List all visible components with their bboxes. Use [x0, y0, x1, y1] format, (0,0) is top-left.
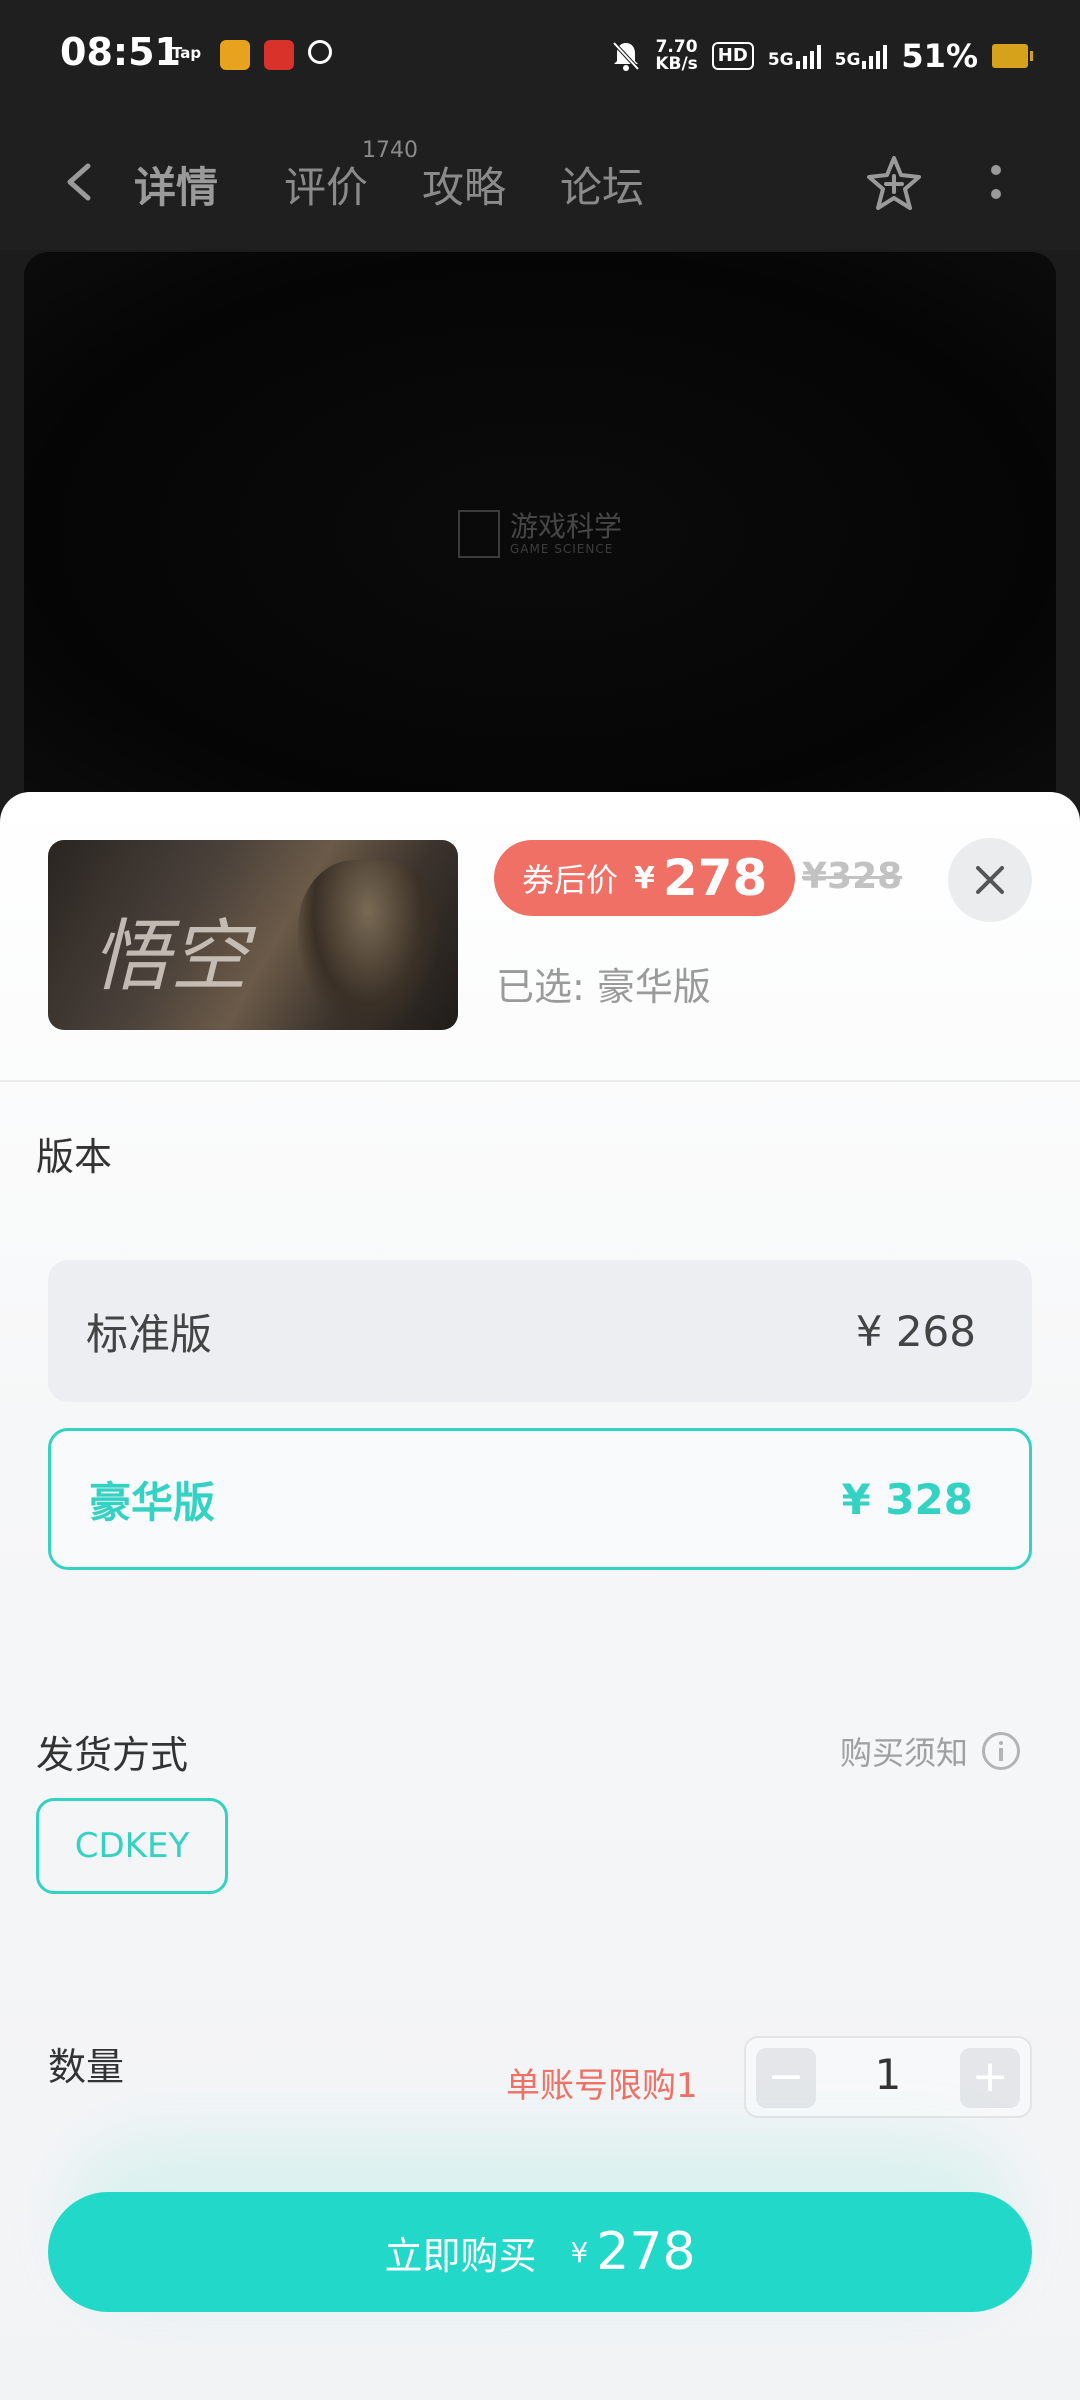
signal-label-2: 5G: [834, 50, 861, 70]
taptap-icon: Tap: [172, 44, 202, 62]
delivery-method-cdkey[interactable]: CDKEY: [36, 1798, 228, 1894]
edition-price: ¥ 268: [855, 1306, 976, 1356]
signal-icon-2: 5G: [835, 43, 888, 69]
close-button[interactable]: [948, 838, 1032, 922]
purchase-notice-label: 购买须知: [840, 1734, 969, 1772]
signal-label-1: 5G: [767, 50, 794, 70]
quantity-value[interactable]: 1: [826, 2050, 950, 2099]
quantity-section-title: 数量: [48, 2045, 125, 2089]
network-speed: 7.70 KB/s: [655, 39, 697, 73]
edition-name: 豪华版: [89, 1477, 216, 1527]
status-time: 08:51: [60, 30, 181, 74]
tab-guides[interactable]: 攻略: [422, 154, 506, 215]
battery-icon: [992, 44, 1033, 68]
product-thumbnail: 悟空: [48, 840, 458, 1030]
video-player[interactable]: 游戏科学 GAME SCIENCE: [24, 252, 1056, 812]
signal-icon-1: 5G: [768, 43, 821, 69]
orbit-icon: [308, 40, 332, 64]
purchase-limit-text: 单账号限购1: [506, 2066, 698, 2106]
app-notification-icon: [264, 40, 294, 70]
mail-icon: [220, 40, 250, 70]
status-right-cluster: 7.70 KB/s HD 5G 5G 51%: [611, 30, 1033, 82]
original-price: ¥328: [802, 856, 903, 897]
purchase-sheet: 悟空 券后价 ¥ 278 ¥328 已选: 豪华版 版本 标准版 ¥ 268 豪…: [0, 792, 1080, 2400]
top-nav: 详情 评价 1740 攻略 论坛: [0, 112, 1080, 250]
favorite-star-icon[interactable]: [862, 152, 926, 216]
coupon-label: 券后价: [522, 861, 619, 899]
buy-price: 278: [596, 2222, 696, 2282]
battery-percent: 51%: [901, 37, 978, 75]
tab-reviews[interactable]: 评价: [284, 154, 368, 215]
thumbnail-character: [298, 860, 438, 1030]
more-options-icon[interactable]: [986, 156, 1006, 212]
network-speed-unit: KB/s: [655, 54, 698, 74]
tab-details[interactable]: 详情: [129, 154, 223, 215]
hd-icon: HD: [711, 42, 754, 70]
edition-option-deluxe[interactable]: 豪华版 ¥ 328: [48, 1428, 1032, 1570]
purchase-notice-link[interactable]: 购买须知: [840, 1728, 1021, 1774]
edition-price: ¥ 328: [841, 1474, 973, 1524]
delivery-section-title: 发货方式: [36, 1733, 189, 1777]
review-count-badge: 1740: [362, 138, 418, 163]
close-icon: [976, 866, 1004, 894]
coupon-price: 278: [662, 849, 768, 907]
buy-currency: ¥: [570, 2235, 589, 2269]
logo-en-text: GAME SCIENCE: [510, 542, 614, 556]
selected-edition-text: 已选: 豪华版: [496, 965, 711, 1009]
mute-bell-icon: [612, 41, 640, 71]
coupon-currency: ¥: [634, 860, 655, 896]
decrease-quantity-button[interactable]: −: [756, 2048, 816, 2108]
edition-option-standard[interactable]: 标准版 ¥ 268: [48, 1260, 1032, 1402]
buy-now-label: 立即购买: [384, 2233, 537, 2278]
increase-quantity-button[interactable]: +: [960, 2048, 1020, 2108]
version-section-title: 版本: [36, 1135, 113, 1179]
logo-cn-text: 游戏科学: [510, 510, 623, 543]
quantity-stepper: − 1 +: [744, 2036, 1032, 2118]
divider: [0, 1080, 1080, 1082]
coupon-price-badge: 券后价 ¥ 278: [494, 840, 796, 916]
info-icon: [982, 1732, 1021, 1770]
thumbnail-title: 悟空: [92, 912, 249, 1002]
back-arrow-icon[interactable]: [58, 160, 102, 204]
game-science-logo: 游戏科学 GAME SCIENCE: [458, 510, 622, 558]
edition-name: 标准版: [86, 1309, 213, 1359]
game-science-mark-icon: [458, 510, 500, 558]
buy-now-button[interactable]: 立即购买 ¥ 278: [48, 2192, 1032, 2312]
tab-forum[interactable]: 论坛: [560, 154, 644, 215]
status-bar: 08:51 Tap 7.70 KB/s HD 5G 5G 51%: [0, 0, 1080, 112]
